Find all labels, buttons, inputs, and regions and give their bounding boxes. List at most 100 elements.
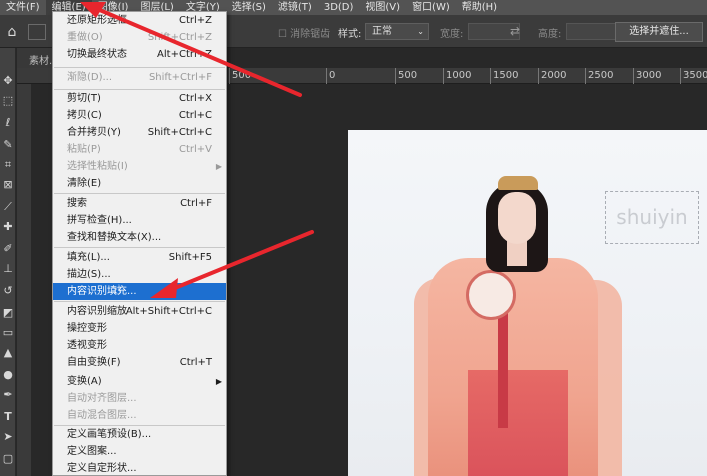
menu-3d[interactable]: 3D(D) — [318, 0, 360, 15]
home-icon[interactable]: ⌂ — [3, 23, 21, 41]
edit-menu-dropdown: 还原矩形选框 Ctrl+Z 重做(O) Shift+Ctrl+Z 切换最终状态 Alt… — [52, 11, 227, 476]
menu-window[interactable]: 窗口(W) — [406, 0, 456, 15]
menu-item-redo[interactable]: 重做(O) Shift+Ctrl+Z — [53, 29, 226, 46]
menu-item-label: 粘贴(P) — [67, 144, 101, 155]
marquee-tool-icon[interactable]: ⬚ — [0, 92, 16, 110]
menu-item-puppet-warp[interactable]: 操控变形 — [53, 320, 226, 337]
menu-item-define-custom-shape[interactable]: 定义自定形状... — [53, 460, 226, 475]
brush-tool-icon[interactable]: ✐ — [0, 240, 16, 258]
ruler-label: 2500 — [588, 70, 614, 81]
menu-item-perspective-warp[interactable]: 透视变形 — [53, 337, 226, 354]
menu-item-label: 合并拷贝(Y) — [67, 127, 121, 138]
menu-item-spell-check[interactable]: 拼写检查(H)... — [53, 212, 226, 229]
menu-item-shortcut: Ctrl+C — [178, 110, 212, 121]
menu-item-cut[interactable]: 剪切(T) Ctrl+X — [53, 90, 226, 107]
ruler-tick — [538, 68, 539, 84]
stamp-tool-icon[interactable]: ⊥ — [0, 260, 16, 278]
menu-item-shortcut: Alt+Ctrl+Z — [157, 49, 212, 60]
menu-item-label: 搜索 — [67, 198, 87, 209]
quick-select-tool-icon[interactable]: ✎ — [0, 136, 16, 154]
menu-item-shortcut: Ctrl+Z — [178, 15, 212, 26]
shape-tool-icon[interactable]: ▢ — [0, 450, 16, 468]
healing-tool-icon[interactable]: ✚ — [0, 218, 16, 236]
document-tab-label: 素材... — [29, 56, 53, 67]
eraser-tool-icon[interactable]: ◩ — [0, 304, 16, 322]
menu-separator — [54, 67, 225, 68]
menu-item-shortcut: Ctrl+V — [178, 144, 212, 155]
menu-view[interactable]: 视图(V) — [359, 0, 406, 15]
menu-item-copy-merged[interactable]: 合并拷贝(Y) Shift+Ctrl+C — [53, 124, 226, 141]
ruler-label: 0 — [329, 70, 336, 81]
menu-item-label: 内容识别填充... — [67, 286, 137, 297]
menu-select[interactable]: 选择(S) — [226, 0, 272, 15]
menu-item-label: 内容识别缩放 — [67, 306, 127, 317]
gradient-tool-icon[interactable]: ▭ — [0, 324, 16, 342]
menu-item-label: 切换最终状态 — [67, 49, 127, 60]
menu-item-define-pattern[interactable]: 定义图案... — [53, 443, 226, 460]
menu-item-paste[interactable]: 粘贴(P) Ctrl+V — [53, 141, 226, 158]
menu-item-toggle-last-state[interactable]: 切换最终状态 Alt+Ctrl+Z — [53, 46, 226, 63]
menu-item-undo[interactable]: 还原矩形选框 Ctrl+Z — [53, 12, 226, 29]
style-select[interactable]: 正常 ⌄ — [365, 23, 429, 40]
menu-item-auto-align-layers[interactable]: 自动对齐图层... — [53, 390, 226, 407]
menu-item-content-aware-fill[interactable]: 内容识别填充... — [53, 283, 226, 300]
menu-item-label: 剪切(T) — [67, 93, 101, 104]
select-and-mask-button[interactable]: 选择并遮住... — [615, 22, 703, 42]
menu-item-copy[interactable]: 拷贝(C) Ctrl+C — [53, 107, 226, 124]
pen-tool-icon[interactable]: ✒ — [0, 386, 16, 404]
menu-file[interactable]: 文件(F) — [0, 0, 46, 15]
ruler-tick — [326, 68, 327, 84]
ruler-tick — [633, 68, 634, 84]
submenu-arrow-icon: ▶ — [215, 377, 222, 386]
figure-skirt — [468, 370, 568, 476]
menu-item-stroke[interactable]: 描边(S)... — [53, 266, 226, 283]
ruler-label: 3500 — [683, 70, 707, 81]
blur-tool-icon[interactable]: ▲ — [0, 344, 16, 362]
lasso-tool-icon[interactable]: ℓ — [0, 114, 16, 132]
menu-item-auto-blend-layers[interactable]: 自动混合图层... — [53, 407, 226, 424]
anti-alias-checkbox[interactable]: ☐ 消除锯齿 — [278, 25, 330, 40]
menu-item-label: 自动混合图层... — [67, 410, 137, 421]
ruler-tick — [585, 68, 586, 84]
menu-item-label: 重做(O) — [67, 32, 103, 43]
menu-item-search[interactable]: 搜索 Ctrl+F — [53, 195, 226, 212]
swap-icon[interactable]: ⇄ — [510, 24, 520, 38]
menu-item-label: 查找和替换文本(X)... — [67, 232, 162, 243]
height-label: 高度: — [538, 29, 562, 40]
document-photo[interactable]: shuiyin — [348, 130, 707, 476]
menu-item-label: 清除(E) — [67, 178, 102, 189]
menu-item-clear[interactable]: 清除(E) — [53, 175, 226, 192]
watermark-selection[interactable]: shuiyin — [605, 191, 699, 244]
type-tool-icon[interactable]: T — [0, 408, 16, 426]
menu-item-define-brush[interactable]: 定义画笔预设(B)... — [53, 426, 226, 443]
menu-item-content-aware-scale[interactable]: 内容识别缩放 Alt+Shift+Ctrl+C — [53, 303, 226, 320]
menu-item-free-transform[interactable]: 自由变换(F) Ctrl+T — [53, 354, 226, 371]
menu-separator — [54, 247, 225, 248]
menu-item-paste-special[interactable]: 选择性粘贴(I) ▶ — [53, 158, 226, 175]
eyedropper-tool-icon[interactable]: ⟋ — [0, 198, 16, 216]
document-tab[interactable]: 素材... — [17, 48, 53, 68]
menu-item-find-replace[interactable]: 查找和替换文本(X)... — [53, 229, 226, 246]
menu-item-transform[interactable]: 变换(A) ▶ — [53, 373, 226, 390]
path-select-tool-icon[interactable]: ➤ — [0, 428, 16, 446]
dodge-tool-icon[interactable]: ● — [0, 366, 16, 384]
menu-item-label: 定义自定形状... — [67, 463, 137, 474]
history-brush-tool-icon[interactable]: ↺ — [0, 282, 16, 300]
crop-tool-icon[interactable]: ⌗ — [0, 156, 16, 174]
anti-alias-label: 消除锯齿 — [290, 29, 331, 40]
menu-separator — [54, 193, 225, 194]
menu-help[interactable]: 帮助(H) — [456, 0, 503, 15]
ruler-label: 1500 — [493, 70, 519, 81]
height-input[interactable] — [566, 23, 618, 40]
menu-item-shortcut: Ctrl+T — [179, 357, 212, 368]
menu-item-fade[interactable]: 渐隐(D)... Shift+Ctrl+F — [53, 69, 226, 86]
figure-face — [498, 192, 536, 244]
frame-tool-icon[interactable]: ⊠ — [0, 176, 16, 194]
tool-preset-picker[interactable] — [28, 24, 46, 40]
menu-item-fill[interactable]: 填充(L)... Shift+F5 — [53, 249, 226, 266]
move-tool-icon[interactable]: ✥ — [0, 72, 16, 90]
menu-filter[interactable]: 滤镜(T) — [272, 0, 318, 15]
ruler-left-segment — [17, 68, 53, 84]
menu-item-shortcut: Shift+Ctrl+C — [147, 127, 212, 138]
menu-item-shortcut: Shift+Ctrl+Z — [147, 32, 212, 43]
